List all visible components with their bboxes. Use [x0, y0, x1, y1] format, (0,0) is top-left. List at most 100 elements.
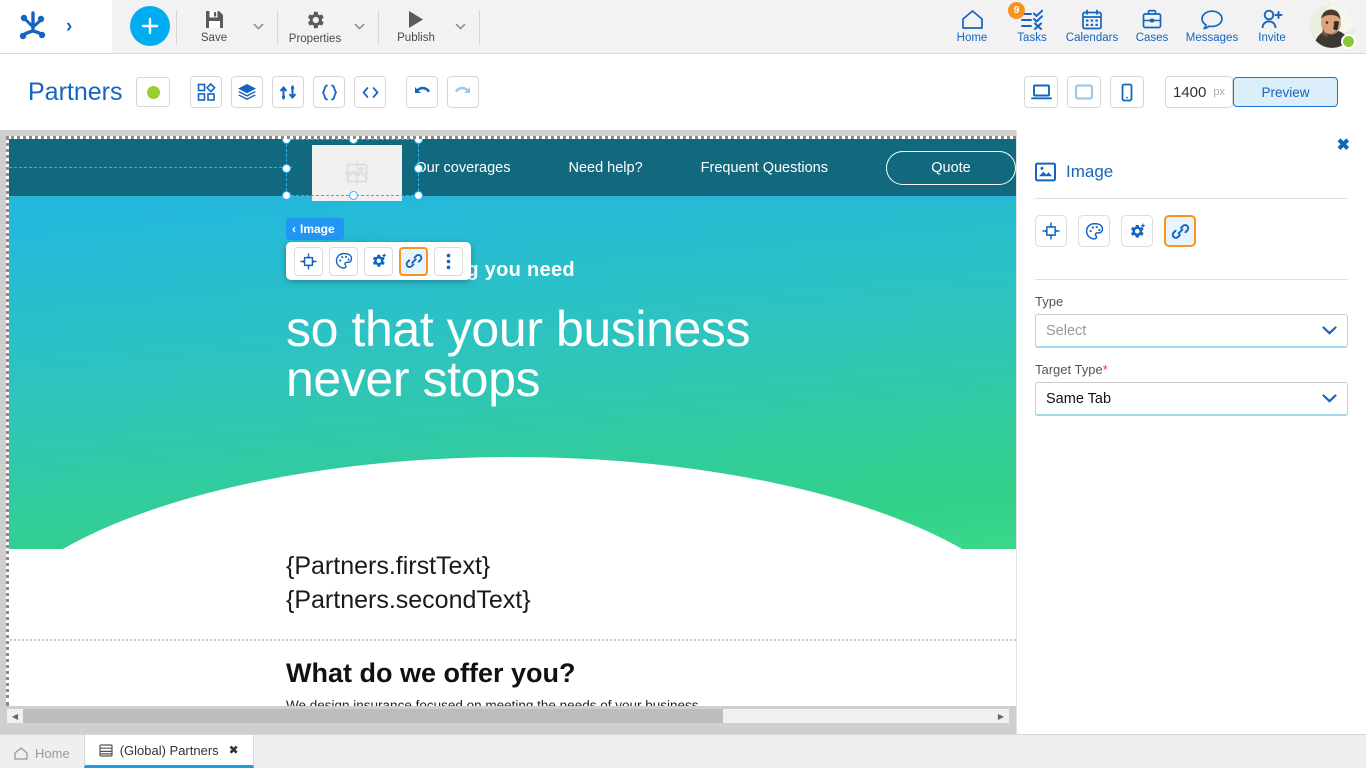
resize-handle-s[interactable] — [349, 191, 358, 200]
selection-guide-line — [9, 167, 292, 168]
close-icon[interactable]: ✖ — [1337, 138, 1350, 154]
tag-back-chevron-icon[interactable]: ‹ — [292, 222, 296, 236]
resize-handle-w[interactable] — [282, 164, 291, 173]
selected-element-outline[interactable] — [282, 139, 423, 200]
nav-calendars[interactable]: Calendars — [1062, 2, 1122, 52]
float-style-button[interactable] — [329, 246, 358, 276]
undo-button[interactable] — [406, 76, 439, 108]
nav-tasks[interactable]: 9 Tasks — [1002, 1, 1062, 52]
target-type-select[interactable]: Same Tab — [1035, 382, 1348, 416]
selected-element-tag[interactable]: ‹ Image — [286, 218, 344, 240]
scroll-left-arrow-icon[interactable]: ◀ — [7, 709, 23, 723]
resize-handle-se[interactable] — [414, 191, 423, 200]
home-outline-icon — [14, 746, 28, 760]
nav-calendars-label: Calendars — [1065, 32, 1119, 44]
panel-tab-link[interactable] — [1164, 215, 1196, 247]
preview-button[interactable]: Preview — [1233, 77, 1338, 107]
type-select[interactable]: Select — [1035, 314, 1348, 348]
template-text-first[interactable]: {Partners.firstText} — [286, 549, 1016, 583]
panel-tab-style[interactable] — [1078, 215, 1110, 247]
page-icon — [99, 743, 113, 757]
components-grid-button[interactable] — [190, 76, 223, 108]
publish-dropdown-caret[interactable] — [447, 2, 473, 52]
code-button[interactable] — [354, 76, 387, 108]
canvas-width-value: 1400 — [1173, 83, 1207, 101]
braces-button[interactable] — [313, 76, 346, 108]
hero-wave-white — [9, 457, 1016, 549]
divider — [378, 9, 379, 44]
resize-handle-nw[interactable] — [282, 139, 291, 144]
device-desktop-button[interactable] — [1024, 76, 1058, 108]
person-add-icon — [1260, 9, 1284, 30]
nav-invite[interactable]: Invite — [1242, 2, 1302, 52]
element-floating-toolbar — [286, 242, 471, 280]
save-button[interactable]: Save — [183, 2, 245, 52]
floppy-save-icon — [204, 9, 225, 30]
page-title: Partners — [28, 77, 123, 106]
chevron-right-icon[interactable]: › — [66, 17, 72, 36]
site-nav-links: Our coverages Need help? Frequent Questi… — [415, 139, 1016, 196]
layers-icon — [237, 83, 257, 102]
float-move-resize-button[interactable] — [294, 246, 323, 276]
nav-link-frequent-questions[interactable]: Frequent Questions — [701, 160, 828, 176]
redo-button[interactable] — [447, 76, 480, 108]
nav-home[interactable]: Home — [942, 2, 1002, 52]
link-chain-icon — [405, 252, 423, 270]
bottom-tab-partners[interactable]: (Global) Partners ✖ — [83, 734, 254, 768]
bottom-tab-home[interactable]: Home — [0, 738, 84, 768]
panel-tab-move-resize[interactable] — [1035, 215, 1067, 247]
field-type: Type Select — [1017, 294, 1366, 348]
properties-button[interactable]: Properties — [284, 2, 346, 52]
anchor-logo-icon[interactable] — [16, 9, 50, 43]
chat-bubble-icon — [1200, 9, 1224, 30]
flow-button[interactable] — [272, 76, 305, 108]
properties-dropdown-caret[interactable] — [346, 2, 372, 52]
float-link-button[interactable] — [399, 246, 428, 276]
calendar-icon — [1081, 9, 1103, 30]
float-more-button[interactable] — [434, 246, 463, 276]
link-chain-icon — [1171, 222, 1190, 241]
canvas-area: Our coverages Need help? Frequent Questi… — [0, 130, 1016, 734]
page-body-section: {Partners.firstText} {Partners.secondTex… — [9, 549, 1016, 706]
panel-tabs — [1017, 199, 1366, 263]
nav-cta-button[interactable]: Quote — [886, 150, 1016, 185]
undo-arrow-icon — [412, 84, 432, 101]
panel-tab-settings[interactable] — [1121, 215, 1153, 247]
nav-invite-label: Invite — [1258, 32, 1286, 44]
resize-handle-e[interactable] — [414, 164, 423, 173]
nav-cases-label: Cases — [1135, 32, 1169, 44]
save-dropdown-caret[interactable] — [245, 2, 271, 52]
section-divider — [9, 639, 1016, 641]
resize-handle-n[interactable] — [349, 139, 358, 144]
canvas-width-input[interactable]: 1400 px — [1165, 76, 1233, 108]
tasks-badge: 9 — [1008, 1, 1025, 19]
status-badge[interactable] — [136, 77, 171, 107]
device-tablet-button[interactable] — [1067, 76, 1101, 108]
template-text-second[interactable]: {Partners.secondText} — [286, 583, 1016, 617]
status-indicator — [1341, 33, 1356, 49]
scrollbar-thumb[interactable] — [23, 709, 723, 723]
float-settings-button[interactable] — [364, 246, 393, 276]
home-icon — [961, 9, 984, 30]
publish-button[interactable]: Publish — [385, 2, 447, 52]
nav-cases[interactable]: Cases — [1122, 2, 1182, 52]
tablet-icon — [1074, 83, 1094, 101]
desktop-icon — [1030, 83, 1052, 101]
device-mobile-button[interactable] — [1110, 76, 1144, 108]
chevron-down-icon — [1322, 326, 1337, 335]
nav-link-our-coverages[interactable]: Our coverages — [415, 160, 510, 176]
canvas-horizontal-scrollbar[interactable]: ◀ ▶ — [6, 708, 1010, 724]
bottom-tab-close-icon[interactable]: ✖ — [229, 743, 239, 757]
scroll-right-arrow-icon[interactable]: ▶ — [993, 709, 1009, 723]
target-type-select-value: Same Tab — [1046, 390, 1112, 407]
layers-button[interactable] — [231, 76, 264, 108]
panel-divider-bottom — [1035, 279, 1348, 280]
resize-handle-sw[interactable] — [282, 191, 291, 200]
add-button[interactable] — [130, 5, 170, 46]
user-avatar[interactable] — [1310, 3, 1356, 50]
nav-messages[interactable]: Messages — [1182, 2, 1242, 52]
device-switcher: 1400 px — [1024, 76, 1233, 108]
logo-zone: › — [0, 0, 112, 54]
nav-link-need-help[interactable]: Need help? — [568, 160, 642, 176]
hero-section: We have everything you need so that your… — [9, 201, 1016, 549]
